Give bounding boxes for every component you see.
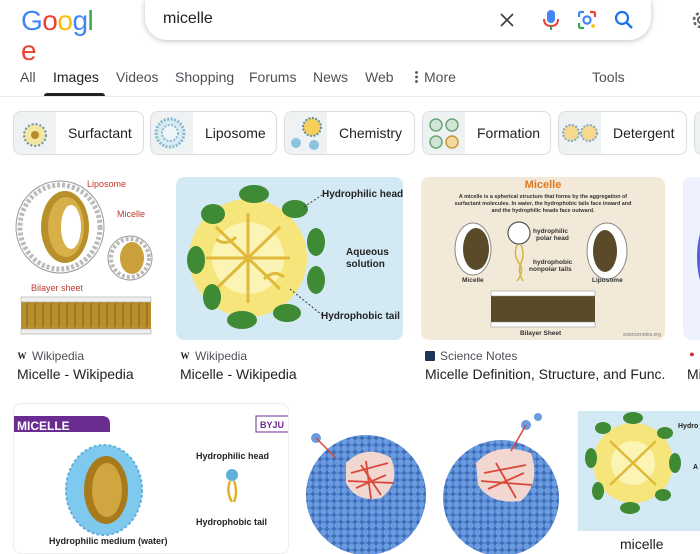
microphone-icon — [543, 10, 559, 30]
chip-label: Liposome — [205, 125, 266, 141]
image-label: nonpolar tails — [529, 266, 572, 273]
result-title[interactable]: Micelle Definition, Structure, and Func.… — [425, 366, 665, 382]
more-vert-icon — [415, 71, 418, 83]
chip-liposome[interactable]: Liposome — [150, 111, 277, 155]
settings-button[interactable] — [690, 9, 700, 31]
chip-thumbnail — [695, 112, 700, 154]
logo-letter: o — [42, 5, 58, 36]
wikipedia-icon: W — [180, 351, 190, 361]
image-label: polar head — [536, 235, 569, 242]
image-label: Hydrophilic medium (water) — [49, 536, 168, 546]
image-label: hydrophilic — [533, 228, 568, 235]
image-label: Liposome — [87, 179, 126, 189]
search-button[interactable] — [612, 8, 636, 32]
science-notes-icon — [425, 351, 435, 361]
image-label: Micelle — [462, 277, 484, 284]
tab-shopping[interactable]: Shopping — [175, 69, 234, 85]
close-icon — [500, 13, 514, 27]
result-source[interactable]: ● — [687, 349, 697, 359]
chip-thumbnail — [14, 112, 56, 154]
logo-letter: o — [57, 5, 73, 36]
wikipedia-icon: W — [17, 351, 27, 361]
tab-forums[interactable]: Forums — [249, 69, 296, 85]
chip-label: Formation — [477, 125, 541, 141]
result-source[interactable]: Science Notes — [425, 349, 517, 363]
search-tabs: All Images Videos Shopping Forums News W… — [0, 58, 700, 96]
source-name: Wikipedia — [195, 349, 248, 363]
result-source[interactable]: W Wikipedia — [180, 349, 248, 363]
logo-letter: l — [87, 5, 94, 36]
image-label: Micelle — [117, 209, 145, 219]
image-text: A micelle is a spherical structure that … — [459, 194, 627, 200]
result-image[interactable]: Liposome Micelle Bilayer sheet — [13, 177, 157, 340]
brand-logo: BYJU — [260, 420, 284, 430]
source-name: Wikipedia — [32, 349, 85, 363]
image-label: Aqueous — [346, 247, 389, 258]
tools-button[interactable]: Tools — [592, 69, 625, 85]
search-icon — [614, 10, 633, 29]
image-banner: MICELLE — [17, 419, 70, 433]
image-label: Hydrophilic head — [322, 189, 403, 200]
image-label: Hydro — [678, 423, 698, 430]
image-heading: Micelle — [525, 179, 562, 191]
image-label: Hydrophobic tail — [196, 517, 267, 527]
image-label: Hydrophilic head — [196, 451, 269, 461]
image-label: Bilayer Sheet — [520, 330, 562, 337]
lens-search-button[interactable] — [575, 8, 599, 32]
logo-letter: g — [72, 5, 88, 36]
image-label: hydrophobic — [533, 259, 573, 266]
source-icon: ● — [689, 349, 695, 359]
result-source[interactable]: W Wikipedia — [17, 349, 85, 363]
tab-all[interactable]: All — [20, 69, 36, 85]
chip-thumbnail — [151, 112, 193, 154]
result-image[interactable]: Hydrophilic head Aqueous solution Hydrop… — [176, 177, 403, 340]
tab-news[interactable]: News — [313, 69, 348, 85]
result-image[interactable] — [306, 403, 561, 554]
image-label: A — [693, 464, 698, 471]
image-watermark: sciencenotes.org — [623, 332, 661, 338]
tab-videos[interactable]: Videos — [116, 69, 159, 85]
image-text: surfactant molecules. In water, the hydr… — [455, 201, 632, 207]
tab-web[interactable]: Web — [365, 69, 394, 85]
chip-thumbnail — [559, 112, 601, 154]
result-title[interactable]: Mi — [687, 366, 700, 382]
clear-button[interactable] — [495, 8, 519, 32]
tab-more[interactable]: More — [415, 69, 456, 85]
chip-thumbnail — [423, 112, 465, 154]
camera-lens-icon — [577, 10, 597, 30]
result-image[interactable]: Hydro A micelle — [578, 403, 700, 554]
source-name: Science Notes — [440, 349, 518, 363]
chip-partial[interactable] — [694, 111, 700, 155]
result-image[interactable]: MICELLE BYJU Hydrophilic head Hydrophobi… — [13, 403, 289, 554]
image-caption: micelle — [620, 536, 664, 552]
gear-icon — [692, 11, 700, 29]
image-label: Bilayer sheet — [31, 283, 84, 293]
tab-images[interactable]: Images — [53, 69, 99, 85]
chip-detergent[interactable]: Detergent — [558, 111, 687, 155]
result-image[interactable] — [683, 177, 700, 340]
logo-letter: G — [21, 5, 43, 36]
tab-more-label: More — [424, 69, 456, 85]
divider — [0, 96, 700, 97]
chip-label: Chemistry — [339, 125, 403, 141]
image-label: Hydrophobic tail — [321, 311, 400, 322]
result-image[interactable]: Micelle A micelle is a spherical structu… — [421, 177, 665, 340]
chip-surfactant[interactable]: Surfactant — [13, 111, 144, 155]
chip-label: Surfactant — [68, 125, 132, 141]
image-label: Liposome — [592, 277, 623, 284]
result-title[interactable]: Micelle - Wikipedia — [180, 366, 404, 382]
image-text: and the hydrophilic heads face outward. — [491, 208, 595, 214]
chip-chemistry[interactable]: Chemistry — [284, 111, 415, 155]
chip-thumbnail — [285, 112, 327, 154]
chip-label: Detergent — [613, 125, 675, 141]
chip-formation[interactable]: Formation — [422, 111, 551, 155]
search-input[interactable]: micelle — [163, 10, 213, 28]
search-box[interactable]: micelle — [145, 0, 651, 40]
voice-search-button[interactable] — [539, 8, 563, 32]
result-title[interactable]: Micelle - Wikipedia — [17, 366, 161, 382]
image-label: solution — [346, 259, 385, 270]
google-logo[interactable]: Google — [21, 5, 105, 66]
